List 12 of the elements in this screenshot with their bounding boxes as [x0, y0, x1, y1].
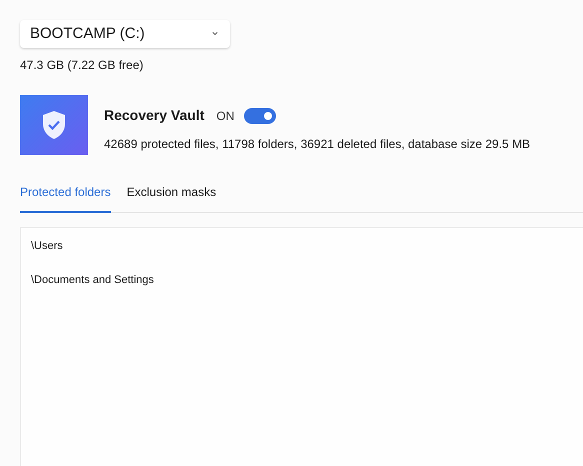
- toggle-label: ON: [216, 108, 234, 124]
- toggle-switch[interactable]: [244, 108, 276, 124]
- capacity-text: 47.3 GB (7.22 GB free): [20, 57, 144, 74]
- vault-stats: 42689 protected files, 11798 folders, 36921 deleted files, database size 29.5 MB: [104, 136, 530, 153]
- tab[interactable]: Exclusion masks: [126, 179, 216, 213]
- folder-item[interactable]: \Documents and Settings: [31, 272, 154, 288]
- caret-icon: ⌄: [210, 25, 220, 37]
- folder-item[interactable]: \Users: [31, 238, 63, 254]
- shield-icon: [20, 95, 88, 155]
- vault-title: Recovery Vault: [104, 106, 204, 125]
- drive-dropdown[interactable]: BOOTCAMP (C:) ⌄: [20, 20, 230, 48]
- tab[interactable]: Protected folders: [20, 179, 111, 213]
